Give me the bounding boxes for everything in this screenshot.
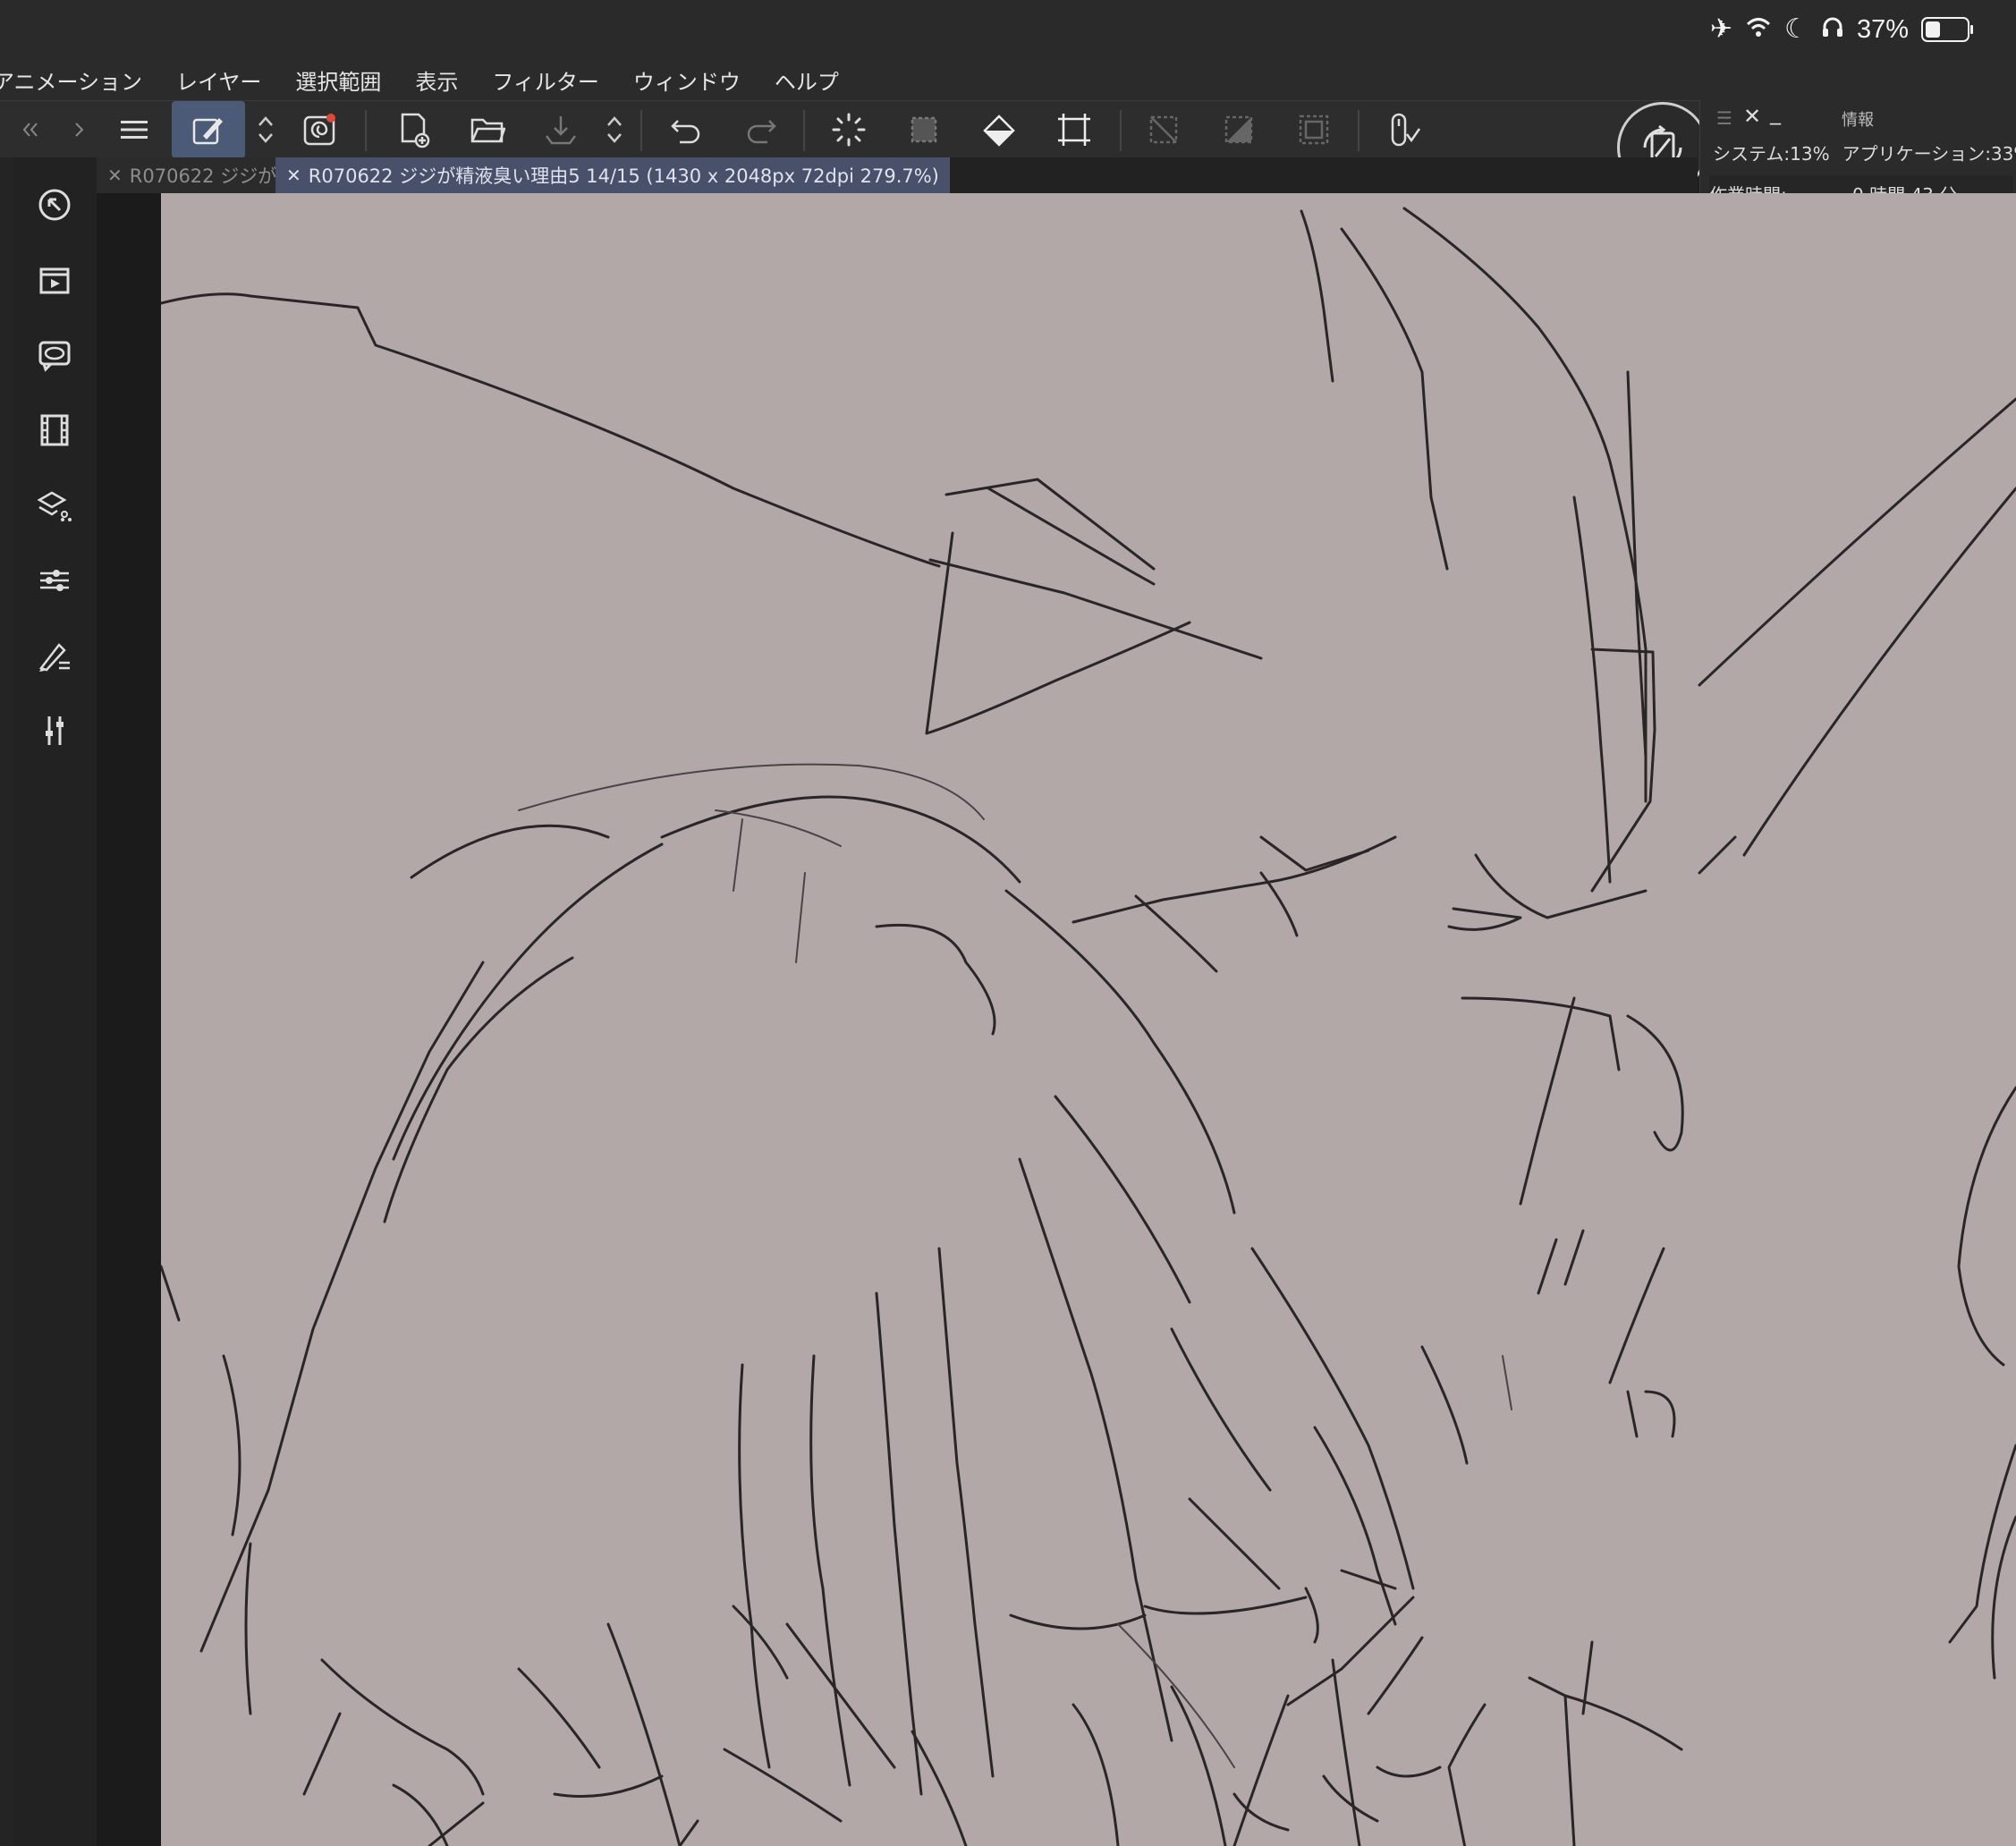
status-indicators: ✈ ☾ 37%	[1709, 11, 1973, 48]
tab-document-1[interactable]: ✕ R070622 ジジが精液臭い理由5	[97, 157, 275, 193]
headphones-icon	[1821, 15, 1844, 44]
wifi-icon	[1745, 16, 1772, 43]
brush-size-icon[interactable]	[13, 624, 97, 687]
menu-layer[interactable]: レイヤー	[176, 64, 261, 96]
spiral-icon[interactable]	[295, 101, 343, 158]
grip-icon[interactable]: ☰	[1716, 107, 1732, 129]
info-panel-title: 情報	[1842, 111, 1874, 130]
minimize-icon[interactable]: _	[1770, 100, 1781, 125]
document-tabs: ✕ R070622 ジジが精液臭い理由5 ✕ R070622 ジジが精液臭い理由…	[97, 157, 1698, 193]
new-document-icon[interactable]	[390, 101, 438, 158]
close-tab-icon[interactable]: ✕	[107, 165, 123, 186]
expand-right-icon[interactable]	[66, 101, 93, 158]
navigator-icon[interactable]	[13, 174, 97, 236]
undo-icon[interactable]	[662, 101, 710, 158]
selection-icon[interactable]	[900, 101, 948, 158]
selection-border-icon[interactable]	[1290, 101, 1338, 158]
moon-icon: ☾	[1784, 13, 1808, 45]
invert-selection-icon[interactable]	[1215, 101, 1263, 158]
menu-icon[interactable]	[113, 101, 156, 158]
menu-bar: アニメーション レイヤー 選択範囲 表示 フィルター ウィンドウ ヘルプ	[0, 59, 2016, 100]
drawing-canvas[interactable]	[161, 193, 2016, 1846]
animation-icon[interactable]	[13, 249, 97, 311]
menu-animation[interactable]: アニメーション	[0, 64, 142, 96]
palette-icon-bar	[13, 157, 97, 1846]
battery-icon	[1921, 17, 1973, 42]
comment-icon[interactable]	[13, 324, 97, 386]
info-panel-header: ☰ ✕ _ 情報	[1700, 100, 2016, 132]
airplane-icon: ✈	[1709, 13, 1733, 45]
clear-selection-icon[interactable]	[1139, 101, 1188, 158]
left-edge-panel	[0, 157, 13, 1846]
tab-label: R070622 ジジが精液臭い理由5	[129, 165, 275, 187]
close-icon[interactable]: ✕	[1743, 104, 1761, 129]
menu-window[interactable]: ウィンドウ	[633, 64, 741, 96]
menu-view[interactable]: 表示	[415, 64, 458, 96]
layer-property-icon[interactable]	[13, 474, 97, 537]
menu-filter[interactable]: フィルター	[492, 64, 599, 96]
touch-check-icon[interactable]	[1379, 101, 1427, 158]
updown-arrows-icon-2[interactable]	[599, 101, 630, 158]
close-tab-icon[interactable]: ✕	[286, 165, 301, 186]
loading-icon[interactable]	[825, 101, 873, 158]
tab-label: R070622 ジジが精液臭い理由5 14/15 (1430 x 2048px …	[308, 165, 939, 187]
updown-arrows-icon[interactable]	[250, 101, 281, 158]
fill-icon[interactable]	[975, 101, 1023, 158]
system-usage: システム:13%	[1713, 143, 1830, 165]
brush-edit-icon[interactable]	[172, 101, 245, 158]
tool-property-icon[interactable]	[13, 549, 97, 612]
resource-usage: システム:13% アプリケーション:33%	[1713, 140, 2016, 165]
redo-icon[interactable]	[737, 101, 785, 158]
info-panel: ☰ ✕ _ 情報 システム:13%アプリケーション:33% 作業時間: 0 時間…	[1699, 100, 2016, 208]
system-status-bar: ✈ ☾ 37%	[0, 0, 2016, 59]
save-icon[interactable]	[537, 101, 585, 158]
app-usage: アプリケーション:33%	[1842, 143, 2016, 165]
transform-icon[interactable]	[1050, 101, 1098, 158]
tab-document-2[interactable]: ✕ R070622 ジジが精液臭い理由5 14/15 (1430 x 2048p…	[275, 157, 950, 193]
battery-percentage: 37%	[1856, 14, 1909, 44]
sketch-lines	[161, 207, 2016, 1846]
menu-selection[interactable]: 選択範囲	[295, 64, 381, 96]
collapse-left-icon[interactable]	[13, 101, 48, 158]
menu-help[interactable]: ヘルプ	[775, 64, 839, 96]
open-folder-icon[interactable]	[463, 101, 512, 158]
timeline-icon[interactable]	[13, 399, 97, 462]
canvas-margin	[97, 193, 161, 1846]
color-adjust-icon[interactable]	[13, 699, 97, 762]
